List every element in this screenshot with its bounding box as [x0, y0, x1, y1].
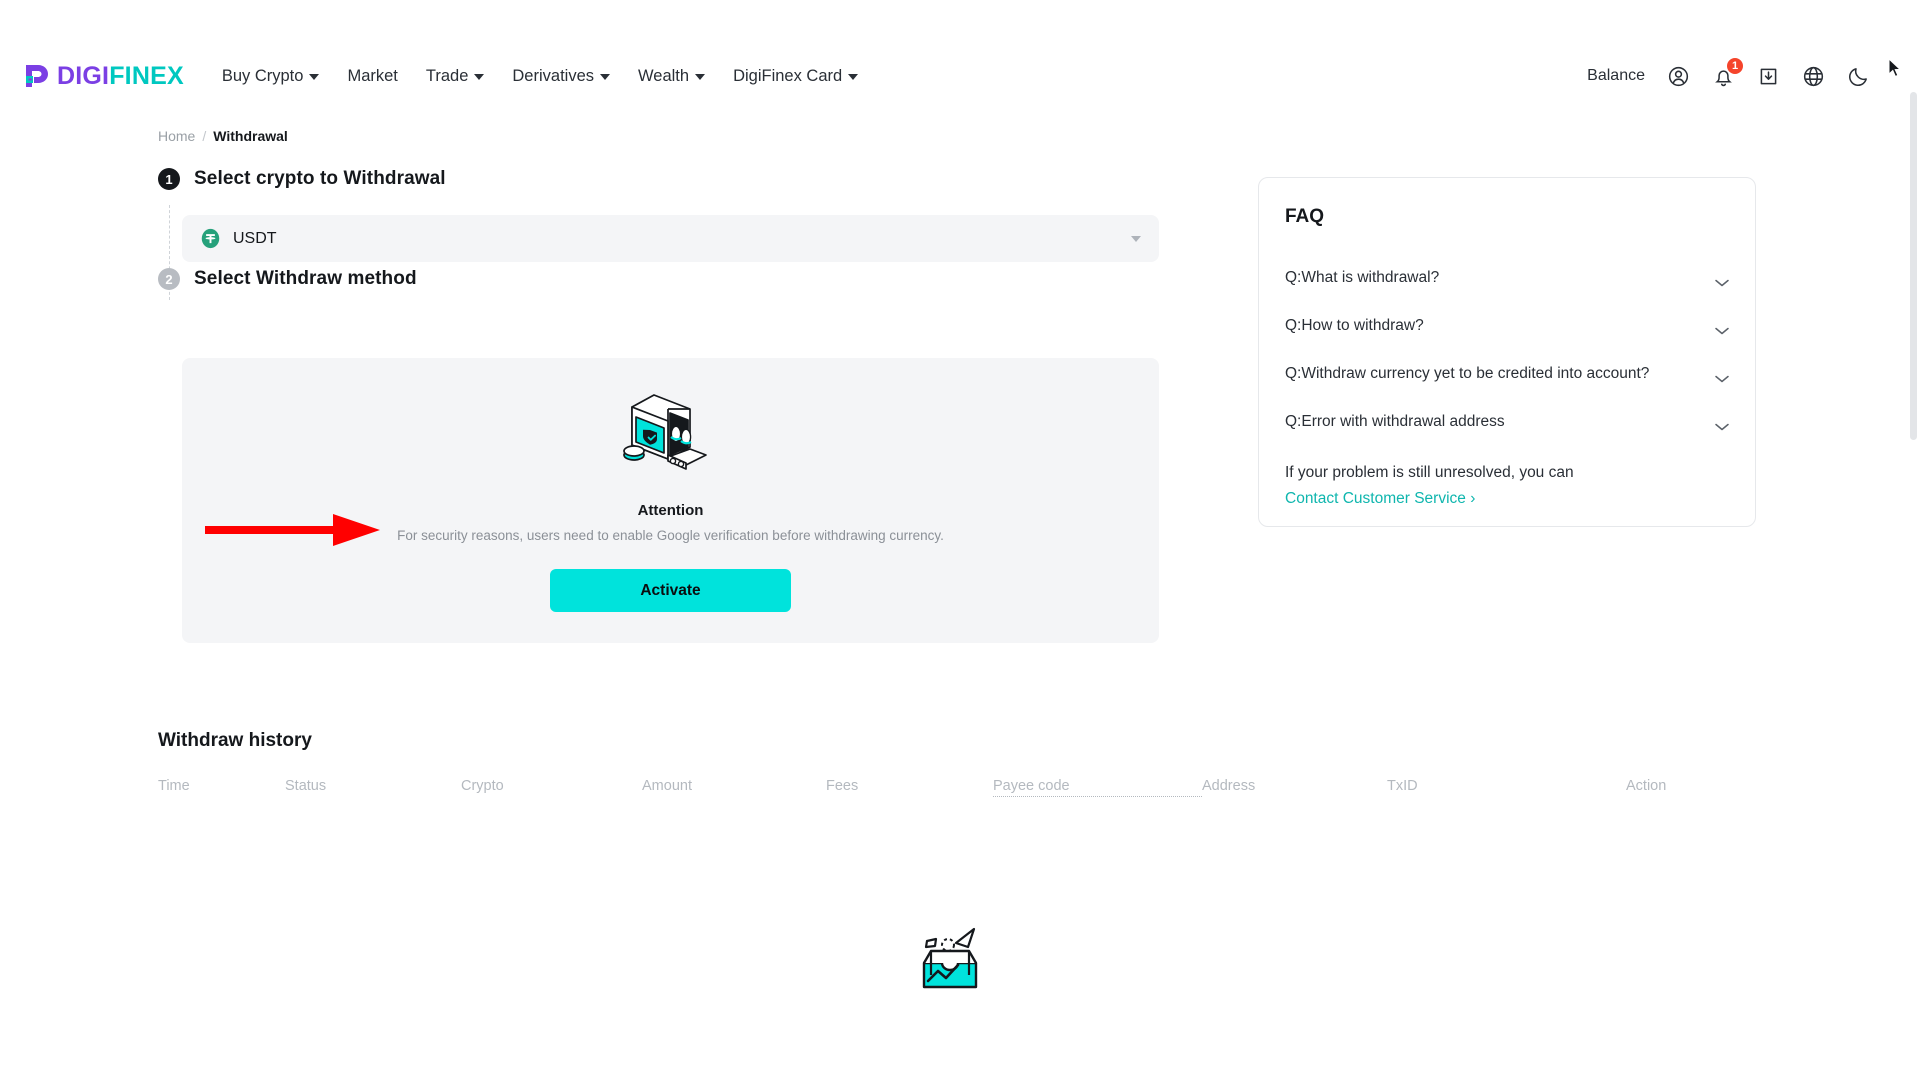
nav-item-wealth[interactable]: Wealth [638, 66, 706, 86]
faq-item[interactable]: Q:How to withdraw? [1285, 302, 1729, 350]
usdt-tether-icon [200, 228, 221, 249]
faq-footer-text: If your problem is still unresolved, you… [1285, 464, 1574, 481]
main-navigation: Buy Crypto Market Trade Derivatives Weal… [222, 67, 886, 86]
column-header-fees: Fees [826, 778, 859, 794]
faq-footer: If your problem is still unresolved, you… [1285, 464, 1729, 508]
download-icon[interactable] [1757, 65, 1780, 88]
crypto-select-value: USDT [233, 229, 277, 247]
faq-title: FAQ [1285, 206, 1325, 227]
column-header-crypto: Crypto [461, 778, 504, 794]
attention-title: Attention [637, 502, 704, 519]
withdraw-history-table-header: Time Status Crypto Amount Fees Payee cod… [158, 778, 1728, 797]
chevron-down-icon [1715, 418, 1729, 431]
withdrawal-page: DIGIFINEX Buy Crypto Market Trade Deriva… [0, 0, 1920, 1080]
mouse-cursor-icon [1888, 57, 1902, 78]
nav-label: Buy Crypto [221, 66, 304, 85]
column-header-address: Address [1202, 778, 1256, 794]
column-header-time: Time [158, 778, 190, 794]
column-header-action: Action [1626, 778, 1667, 794]
chevron-down-icon [1131, 235, 1141, 242]
activate-button[interactable]: Activate [550, 569, 791, 612]
breadcrumb-home-link[interactable]: Home [158, 128, 195, 144]
nav-label: Derivatives [512, 66, 594, 85]
site-header: DIGIFINEX Buy Crypto Market Trade Deriva… [0, 52, 1900, 100]
digifinex-logo[interactable]: DIGIFINEX [24, 63, 184, 89]
bell-icon[interactable]: 1 [1712, 57, 1743, 88]
chevron-down-icon [695, 74, 706, 80]
chevron-down-icon [1715, 322, 1729, 335]
faq-card: FAQ Q:What is withdrawal? Q:How to withd… [1258, 177, 1756, 527]
step-2-title: Select Withdraw method [194, 268, 417, 289]
logo-text-digi: DIGI [57, 61, 110, 90]
nav-item-buy-crypto[interactable]: Buy Crypto [222, 67, 320, 86]
nav-label: DigiFinex Card [733, 66, 843, 85]
header-actions: Balance 1 [1587, 57, 1870, 88]
faq-item[interactable]: Q:Withdraw currency yet to be credited i… [1285, 350, 1729, 398]
logo-wordmark: DIGIFINEX [57, 61, 184, 90]
safe-robot-shield-illustration-icon [612, 387, 730, 479]
attention-description: For security reasons, users need to enab… [397, 528, 944, 543]
faq-item[interactable]: Q:What is withdrawal? [1285, 254, 1729, 302]
breadcrumb: Home / Withdrawal [158, 128, 288, 144]
moon-icon[interactable] [1847, 65, 1870, 88]
balance-link[interactable]: Balance [1587, 67, 1645, 85]
chevron-down-icon [600, 74, 610, 80]
chevron-down-icon [1715, 370, 1729, 383]
step-1-title: Select crypto to Withdrawal [194, 168, 446, 189]
column-header-payee-code[interactable]: Payee code [993, 778, 1202, 797]
nav-label: Market [347, 66, 398, 85]
user-icon[interactable] [1667, 65, 1690, 88]
notification-badge: 1 [1727, 57, 1743, 74]
faq-question: Q:Error with withdrawal address [1285, 413, 1505, 430]
nav-item-trade[interactable]: Trade [426, 67, 485, 86]
column-header-status: Status [285, 778, 327, 794]
column-header-amount: Amount [642, 778, 692, 794]
empty-box-illustration-icon [916, 923, 984, 993]
crypto-select[interactable]: USDT [182, 215, 1159, 262]
logo-text-finex: FINEX [109, 61, 184, 90]
step-2-number: 2 [158, 268, 180, 290]
column-header-txid: TxID [1387, 778, 1418, 794]
faq-list: Q:What is withdrawal? Q:How to withdraw?… [1285, 254, 1729, 446]
faq-item[interactable]: Q:Error with withdrawal address [1285, 398, 1729, 446]
chevron-down-icon [474, 74, 485, 80]
nav-item-derivatives[interactable]: Derivatives [512, 67, 610, 86]
attention-panel: Attention For security reasons, users ne… [182, 358, 1159, 643]
nav-label: Wealth [638, 66, 690, 85]
digifinex-logo-mark-icon [24, 63, 50, 89]
contact-customer-service-link[interactable]: Contact Customer Service › [1285, 490, 1475, 508]
page-scrollbar-thumb[interactable] [1910, 92, 1917, 440]
nav-item-market[interactable]: Market [347, 67, 397, 86]
faq-question: Q:How to withdraw? [1285, 317, 1424, 334]
nav-label: Trade [425, 66, 469, 85]
chevron-down-icon [1715, 274, 1729, 287]
step-1-number: 1 [158, 168, 180, 190]
breadcrumb-current: Withdrawal [213, 128, 288, 144]
page-scrollbar-track[interactable] [1907, 0, 1920, 1080]
breadcrumb-separator: / [202, 128, 207, 144]
globe-icon[interactable] [1802, 65, 1825, 88]
nav-item-digifinex-card[interactable]: DigiFinex Card [733, 66, 859, 86]
step-1-header: 1 Select crypto to Withdrawal [158, 168, 446, 190]
red-arrow-annotation-icon [205, 512, 380, 548]
withdraw-history-title: Withdraw history [158, 730, 312, 751]
faq-question: Q:What is withdrawal? [1285, 269, 1440, 286]
faq-question: Q:Withdraw currency yet to be credited i… [1285, 365, 1650, 382]
chevron-down-icon [848, 74, 859, 80]
step-2-header: 2 Select Withdraw method [158, 268, 417, 290]
chevron-down-icon [309, 74, 320, 80]
